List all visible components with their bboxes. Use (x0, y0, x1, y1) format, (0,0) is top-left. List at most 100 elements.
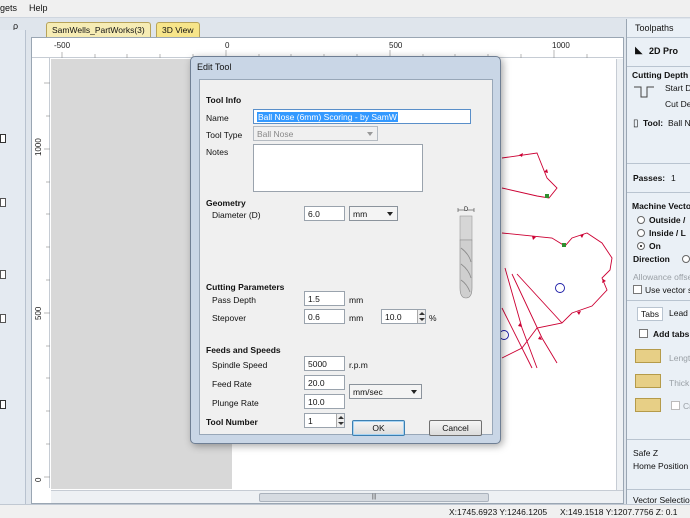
use-vector-checkbox[interactable] (633, 285, 642, 294)
cr-label: Cr (683, 401, 690, 411)
tool-type-label: Tool Type (206, 130, 243, 140)
notes-label: Notes (206, 147, 229, 157)
safe-z-label: Safe Z (633, 448, 659, 458)
tool-icon[interactable] (0, 400, 6, 409)
allowance-label: Allowance offset (633, 272, 690, 282)
home-position-label: Home Position (633, 461, 689, 471)
feeds-speeds-header: Feeds and Speeds (206, 345, 281, 355)
panel-subtitle: 2D Pro (649, 46, 679, 56)
on-radio[interactable] (637, 242, 645, 250)
tool-icon[interactable] (0, 314, 6, 323)
geometry-header: Geometry (206, 198, 246, 208)
plunge-rate-input[interactable]: 10.0 (304, 394, 345, 409)
scroll-thumb[interactable]: ||| (259, 493, 489, 502)
cutting-parameters-header: Cutting Parameters (206, 282, 285, 292)
rate-units-select[interactable]: mm/sec (349, 384, 422, 399)
tab-3d-icon (635, 398, 661, 412)
tool-value: Ball No (668, 118, 690, 128)
tool-info-header: Tool Info (206, 95, 242, 105)
cut-depth-label: Cut De (665, 99, 690, 109)
tool-number-value: 1 (308, 416, 313, 426)
passes-value: 1 (671, 173, 676, 183)
diameter-label: Diameter (D) (212, 210, 261, 220)
inside-label: Inside / L (649, 228, 686, 238)
tool-name-value: Ball Nose (6mm) Scoring - by SamW (257, 112, 398, 122)
machine-vector-header: Machine Vecto (632, 201, 690, 211)
tab-partworks[interactable]: SamWells_PartWorks(3) (46, 22, 151, 37)
diameter-diagram-label: D (464, 207, 469, 213)
ok-button[interactable]: OK (352, 420, 405, 436)
spindle-speed-input[interactable]: 5000 (304, 356, 345, 371)
toolpaths-panel: Toolpaths 2D Pro ◣ Cutting Depth Start D… (626, 19, 690, 504)
tool-number-label: Tool Number (206, 417, 258, 427)
menu-help[interactable]: Help (29, 3, 48, 13)
start-depth-label: Start D (665, 83, 690, 93)
units-select[interactable]: mm (349, 206, 398, 221)
circle-vector (555, 283, 565, 293)
tool-bit-icon: ▯ (633, 118, 639, 129)
stepover-percent-value: 10.0 (385, 312, 402, 322)
direction-label: Direction (633, 254, 670, 264)
tool-type-value: Ball Nose (257, 129, 294, 139)
stepover-percent-input[interactable]: 10.0 (381, 309, 426, 324)
tool-number-input[interactable]: 1 (304, 413, 345, 428)
menu-gadgets[interactable]: gets (0, 3, 17, 13)
name-label: Name (206, 113, 229, 123)
notes-textarea[interactable] (253, 144, 423, 192)
chevron-down-icon (387, 212, 393, 216)
tool-icon[interactable] (0, 134, 6, 143)
percent-symbol: % (429, 313, 437, 323)
stepover-input[interactable]: 0.6 (304, 309, 345, 324)
spin-arrows-icon[interactable] (417, 310, 425, 323)
plunge-rate-label: Plunge Rate (212, 398, 259, 408)
use-vector-label: Use vector st (645, 285, 690, 295)
add-tabs-checkbox[interactable] (639, 329, 648, 338)
toolpath-type-icon: ◣ (635, 45, 643, 56)
cutting-depth-header: Cutting Depth (632, 70, 689, 80)
length-label: Length (669, 353, 690, 363)
feed-rate-input[interactable]: 20.0 (304, 375, 345, 390)
tab-tabs[interactable]: Tabs (637, 307, 663, 321)
cr-checkbox[interactable] (671, 401, 680, 410)
tool-type-select[interactable]: Ball Nose (253, 126, 378, 141)
ball-nose-bit-icon (457, 208, 475, 299)
tab-3d-view[interactable]: 3D View (156, 22, 200, 37)
horizontal-scrollbar[interactable]: ||| (51, 490, 623, 503)
chevron-down-icon (367, 132, 373, 136)
feed-rate-label: Feed Rate (212, 379, 252, 389)
pass-depth-label: Pass Depth (212, 295, 256, 305)
pass-depth-input[interactable]: 1.5 (304, 291, 345, 306)
cancel-button[interactable]: Cancel (429, 420, 482, 436)
cursor-coords: X:1745.6923 Y:1246.1205 (449, 507, 548, 517)
tool-icon[interactable] (0, 270, 6, 279)
spindle-speed-label: Spindle Speed (212, 360, 268, 370)
left-toolbar (0, 30, 26, 504)
chevron-down-icon (411, 390, 417, 394)
toolpath-vectors (501, 152, 613, 369)
add-tabs-label: Add tabs (653, 329, 690, 339)
direction-radio[interactable] (682, 255, 690, 263)
vertical-scrollbar[interactable] (616, 59, 623, 490)
tool-coords: X:149.1518 Y:1207.7756 Z: 0.1 (560, 507, 678, 517)
diameter-input[interactable]: 6.0 (304, 206, 345, 221)
dialog-body: Tool Info Name Ball Nose (6mm) Scoring -… (199, 79, 493, 435)
inside-radio[interactable] (637, 229, 645, 237)
units-value: mm (353, 209, 368, 219)
outside-radio[interactable] (637, 216, 645, 224)
stepover-label: Stepover (212, 313, 247, 323)
rate-units-value: mm/sec (353, 387, 383, 397)
tab-lead[interactable]: Lead (669, 308, 688, 318)
spin-arrows-icon[interactable] (336, 414, 344, 427)
vector-selection-label: Vector Selection (633, 495, 690, 504)
tool-name-input[interactable]: Ball Nose (6mm) Scoring - by SamW (253, 109, 471, 124)
depth-diagram-icon (634, 86, 654, 98)
passes-label: Passes: (633, 173, 666, 183)
menu-bar: gets Help (0, 0, 690, 18)
pass-depth-unit: mm (349, 295, 364, 305)
outside-label: Outside / (649, 215, 686, 225)
tool-label: Tool: (643, 118, 664, 128)
panel-title: Toolpaths (635, 23, 674, 33)
thickness-label: Thick (669, 378, 690, 388)
tool-icon[interactable] (0, 198, 6, 207)
node-markers (545, 194, 566, 247)
